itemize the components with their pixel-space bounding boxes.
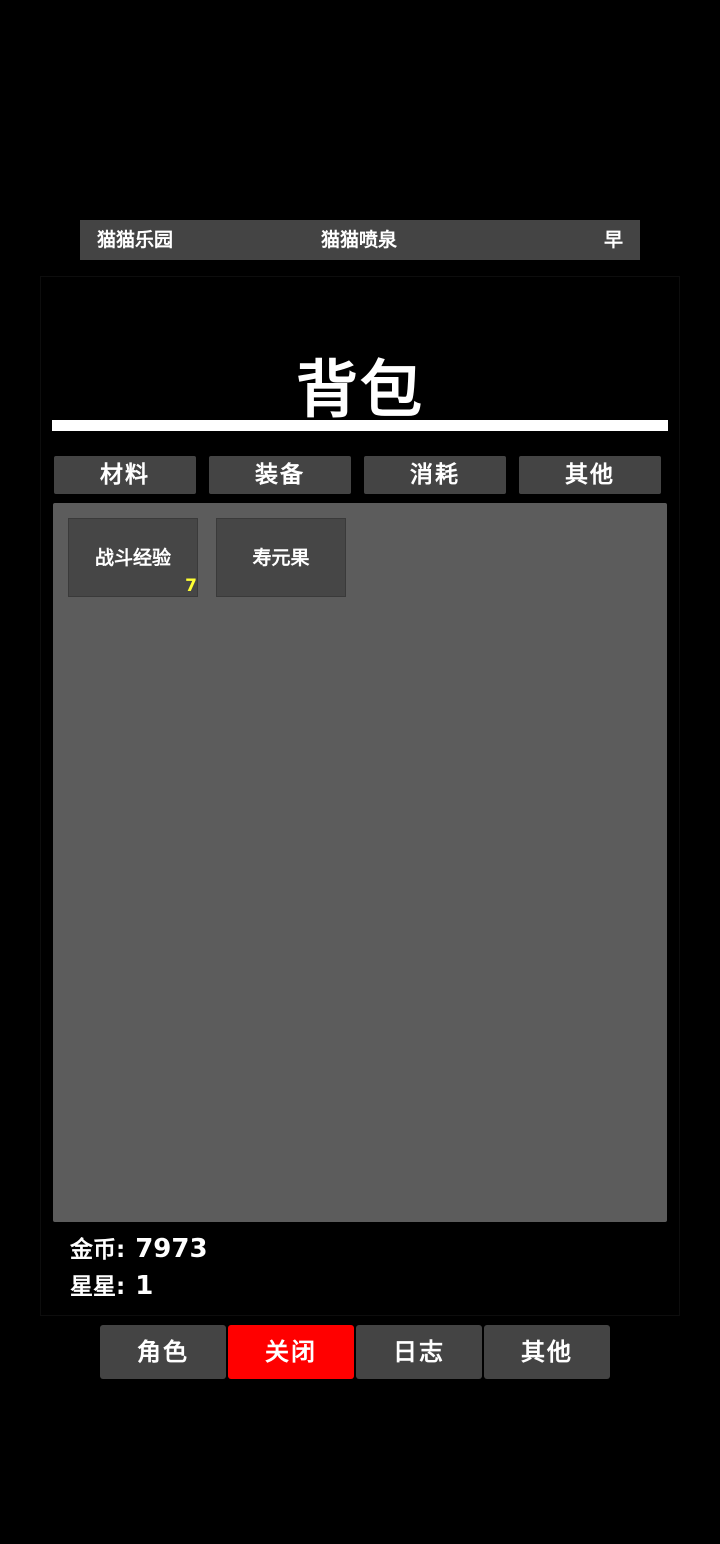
inventory-grid: 战斗经验 7 寿元果 [53, 503, 667, 1222]
gold-value: 7973 [135, 1234, 208, 1264]
gold-label: 金币: [70, 1237, 126, 1263]
panel-title: 背包 [295, 353, 424, 426]
location-name: 猫猫喷泉 [321, 229, 398, 251]
star-label: 星星: [70, 1274, 126, 1300]
item-name: 寿元果 [252, 547, 310, 569]
time-of-day: 早 [603, 229, 623, 251]
inventory-slot-battle-exp[interactable]: 战斗经验 7 [68, 518, 198, 597]
region-name: 猫猫乐园 [97, 229, 174, 251]
location-status-bar: 猫猫乐园 猫猫喷泉 早 [80, 220, 640, 260]
character-button[interactable]: 角色 [100, 1325, 226, 1379]
gold-balance: 金币: 7973 [70, 1233, 208, 1266]
item-name: 战斗经验 [94, 547, 171, 569]
star-balance: 星星: 1 [70, 1270, 153, 1303]
star-value: 1 [135, 1271, 154, 1301]
tab-materials[interactable]: 材料 [54, 456, 196, 494]
tab-equipment[interactable]: 装备 [209, 456, 351, 494]
inventory-slot-longevity-fruit[interactable]: 寿元果 [216, 518, 346, 597]
item-count: 7 [185, 576, 197, 596]
close-button[interactable]: 关闭 [228, 1325, 354, 1379]
log-button[interactable]: 日志 [356, 1325, 482, 1379]
other-button[interactable]: 其他 [484, 1325, 610, 1379]
title-divider [52, 420, 668, 431]
tab-other[interactable]: 其他 [519, 456, 661, 494]
tab-consumables[interactable]: 消耗 [364, 456, 506, 494]
